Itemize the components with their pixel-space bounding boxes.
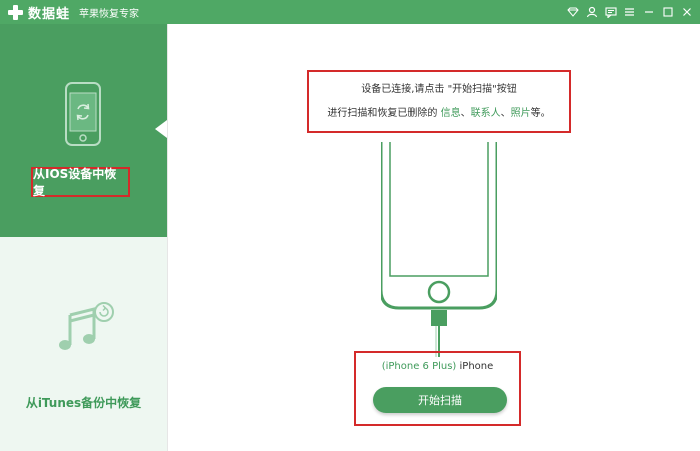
close-icon[interactable]: [677, 0, 696, 24]
instruction-line-2: 进行扫描和恢复已删除的 信息、联系人、照片等。: [309, 104, 569, 119]
active-pointer: [155, 120, 167, 138]
start-scan-button[interactable]: 开始扫描: [373, 387, 507, 413]
info-link: 信息: [440, 108, 461, 119]
device-name: iPhone: [459, 361, 494, 372]
diamond-icon[interactable]: [563, 0, 582, 24]
plus-logo-icon: [8, 4, 23, 20]
minimize-icon[interactable]: [639, 0, 658, 24]
maximize-icon[interactable]: [658, 0, 677, 24]
separator: 、: [460, 108, 471, 119]
title-bar: 数据蛙 苹果恢复专家: [0, 0, 700, 24]
window-controls: [563, 0, 696, 24]
phone-refresh-icon: [65, 82, 101, 146]
instruction-prefix: 进行扫描和恢复已删除的: [327, 108, 441, 119]
phone-illustration-icon: [381, 142, 497, 357]
sidebar-label-highlight: 从IOS设备中恢复: [31, 167, 130, 198]
sidebar: 从IOS设备中恢复 从iTunes备份中恢复: [0, 24, 167, 451]
message-icon[interactable]: [601, 0, 620, 24]
user-icon[interactable]: [582, 0, 601, 24]
app-subtitle: 苹果恢复专家: [79, 8, 140, 20]
sidebar-item-itunes-backup[interactable]: 从iTunes备份中恢复: [0, 237, 167, 451]
instruction-suffix: 等。: [530, 108, 551, 119]
photos-link: 照片: [510, 108, 531, 119]
sidebar-item-ios-device[interactable]: 从IOS设备中恢复: [0, 24, 167, 237]
app-logo: 数据蛙: [8, 3, 70, 22]
device-info: (iPhone 6 Plus) iPhone: [356, 361, 519, 372]
sidebar-item-label: 从IOS设备中恢复: [33, 167, 117, 198]
device-model: (iPhone 6 Plus): [381, 361, 457, 372]
main-panel: 设备已连接,请点击 "开始扫描"按钮 进行扫描和恢复已删除的 信息、联系人、照片…: [167, 24, 700, 451]
instruction-box: 设备已连接,请点击 "开始扫描"按钮 进行扫描和恢复已删除的 信息、联系人、照片…: [307, 70, 571, 133]
sidebar-item-label: 从iTunes备份中恢复: [25, 396, 142, 410]
music-refresh-icon: [59, 302, 114, 350]
instruction-line-1: 设备已连接,请点击 "开始扫描"按钮: [361, 84, 517, 95]
contacts-link: 联系人: [470, 108, 501, 119]
app-name: 数据蛙: [28, 6, 71, 22]
separator: 、: [500, 108, 511, 119]
device-panel: (iPhone 6 Plus) iPhone 开始扫描: [354, 351, 521, 426]
menu-icon[interactable]: [620, 0, 639, 24]
